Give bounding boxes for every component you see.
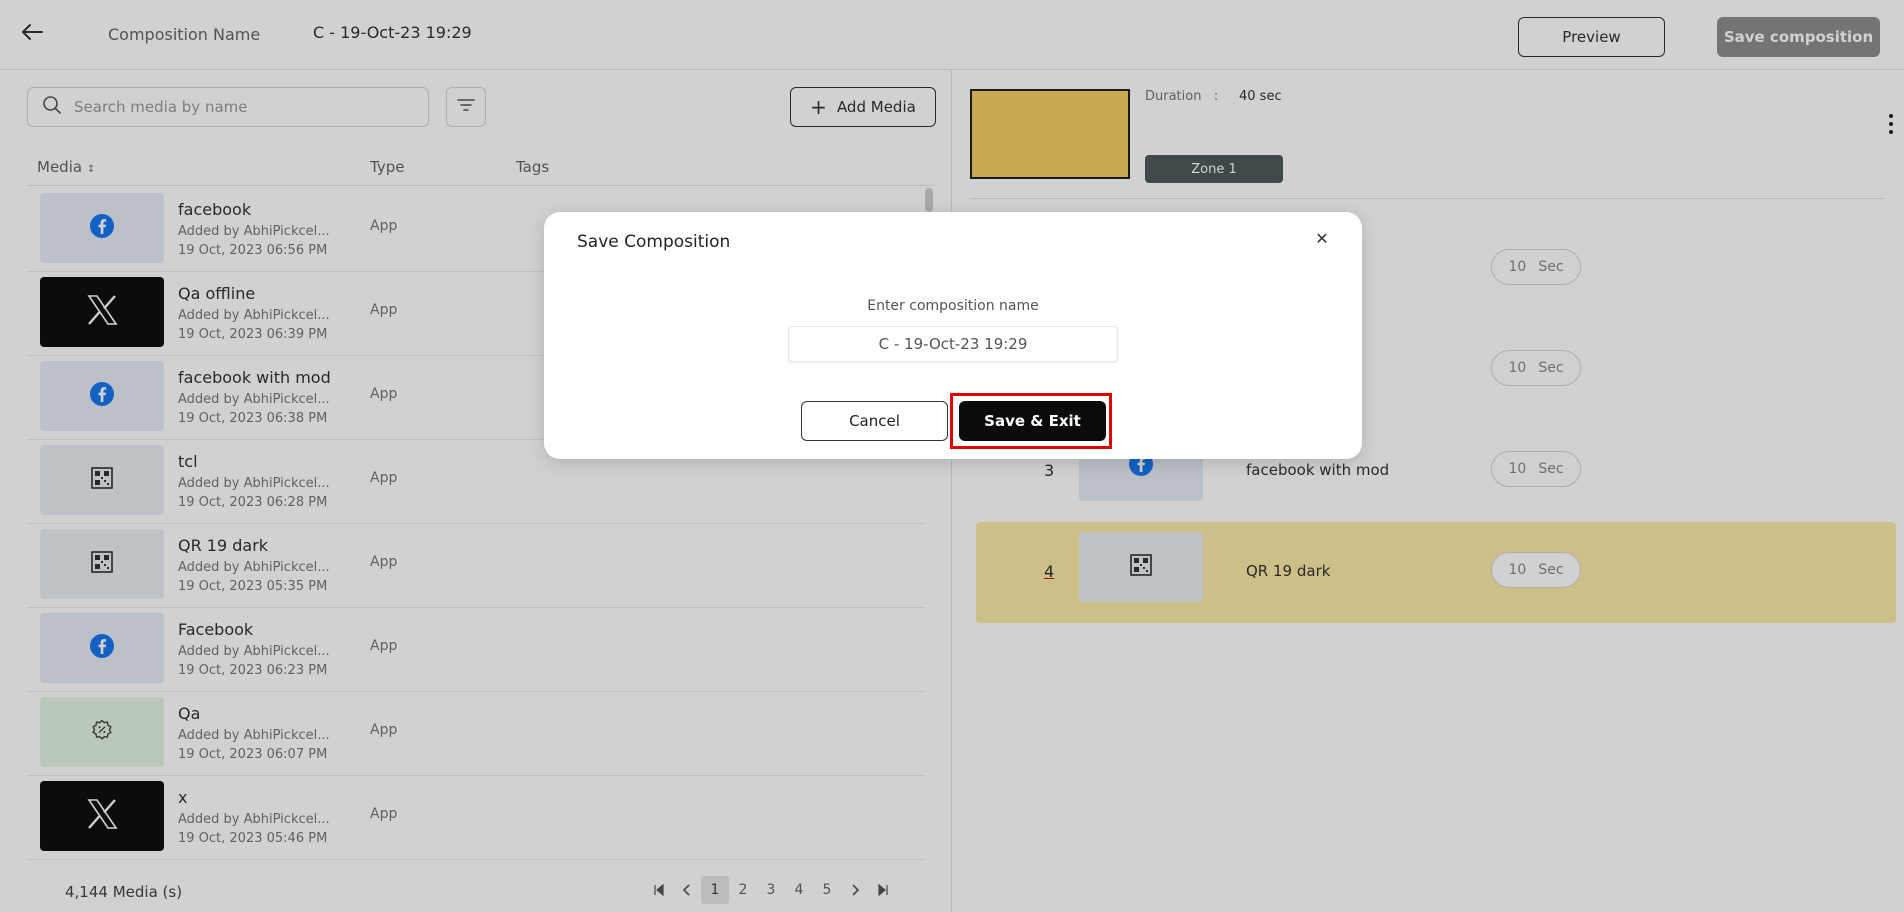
close-icon[interactable]: ✕	[1310, 226, 1334, 250]
modal-title: Save Composition	[577, 232, 731, 252]
composition-name-prompt: Enter composition name	[867, 298, 1039, 314]
composition-name-input[interactable]	[788, 326, 1118, 362]
save-and-exit-button[interactable]: Save & Exit	[959, 401, 1106, 441]
cancel-button[interactable]: Cancel	[801, 401, 948, 441]
save-composition-modal: Save Composition ✕ Enter composition nam…	[544, 212, 1362, 459]
